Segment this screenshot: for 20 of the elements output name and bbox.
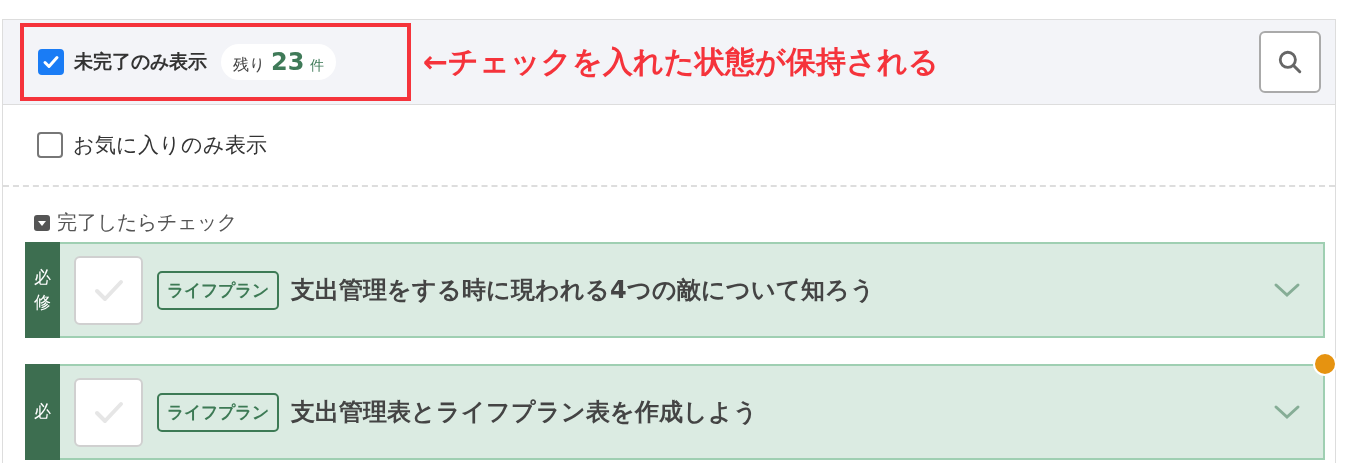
- task-checkbox[interactable]: [74, 255, 143, 325]
- favorites-only-checkbox[interactable]: お気に入りのみ表示: [37, 131, 267, 159]
- chevron-down-icon[interactable]: [1273, 404, 1301, 420]
- required-label: 必: [25, 364, 60, 460]
- search-icon: [1277, 49, 1303, 75]
- required-label: 必修: [25, 242, 60, 338]
- task-title: 支出管理をする時に現われる4つの敵について知ろう: [291, 275, 875, 306]
- remaining-count-badge: 残り 23 件: [221, 44, 337, 80]
- category-tag: ライフプラン: [157, 270, 279, 310]
- annotation-text: ←チェックを入れた状態が保持される: [423, 42, 940, 81]
- task-checkbox[interactable]: [74, 377, 143, 447]
- incomplete-only-checkbox[interactable]: 未完了のみ表示: [38, 49, 207, 75]
- task-title: 支出管理表とライフプラン表を作成しよう: [291, 397, 758, 428]
- section-toggle[interactable]: 完了したらチェック: [25, 209, 237, 236]
- category-tag: ライフプラン: [157, 392, 279, 432]
- caret-icon: [33, 213, 51, 232]
- task-card[interactable]: 必修 ライフプラン 支出管理をする時に現われる4つの敵について知ろう: [25, 242, 1325, 338]
- chevron-down-icon[interactable]: [1273, 282, 1301, 298]
- task-card[interactable]: 必 ライフプラン 支出管理表とライフプラン表を作成しよう: [25, 364, 1325, 460]
- search-button[interactable]: [1259, 31, 1321, 93]
